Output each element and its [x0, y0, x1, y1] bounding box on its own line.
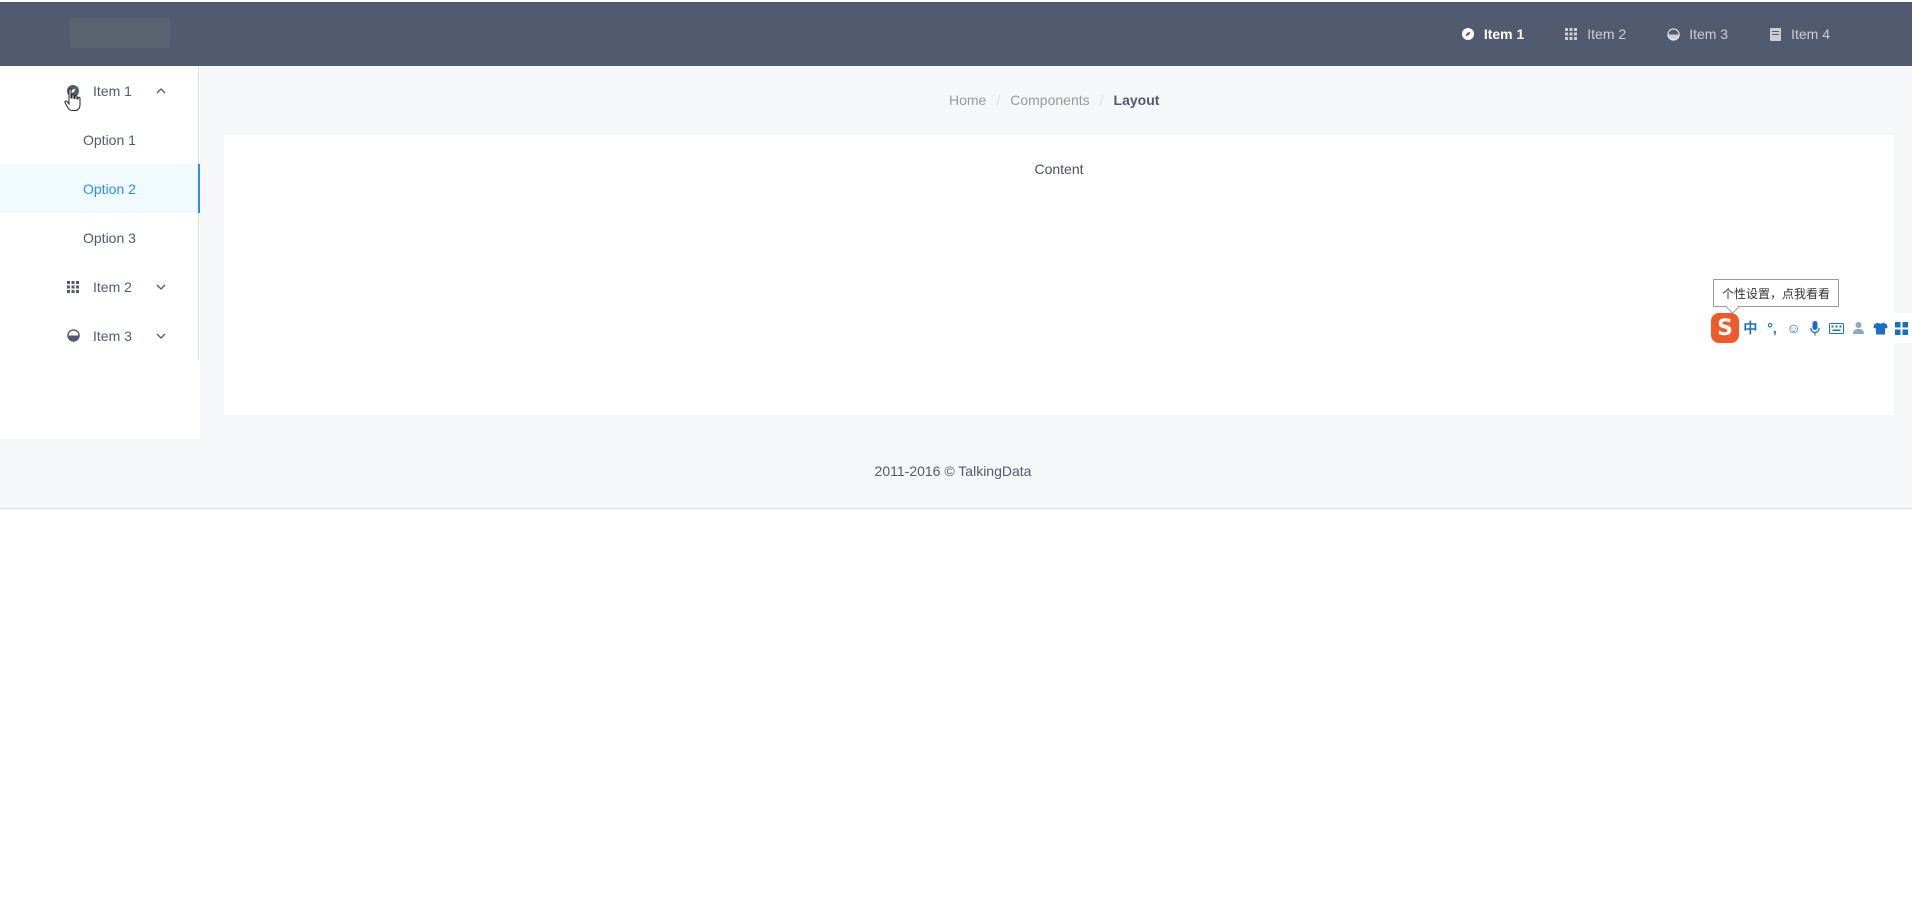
top-nav-item-4[interactable]: Item 4 — [1768, 26, 1830, 42]
ime-account-button[interactable] — [1848, 317, 1869, 339]
sidebar-submenu-label: Item 2 — [93, 278, 132, 295]
chevron-down-icon — [155, 281, 167, 293]
top-nav-label: Item 4 — [1791, 26, 1830, 42]
ime-logo-icon[interactable]: S — [1711, 313, 1740, 343]
pie-icon — [1666, 27, 1680, 41]
grid-icon — [66, 280, 80, 294]
breadcrumb-components[interactable]: Components — [1010, 92, 1089, 108]
chevron-up-icon — [155, 85, 167, 97]
sidebar-submenu-label: Item 1 — [93, 82, 132, 99]
sidebar-submenu-label: Item 3 — [93, 327, 132, 344]
keyboard-icon — [1829, 322, 1845, 334]
ime-toolbox-button[interactable] — [1891, 317, 1912, 339]
ime-skin-button[interactable] — [1870, 317, 1891, 339]
content-text: Content — [1034, 161, 1084, 177]
breadcrumb-separator: / — [996, 92, 1001, 108]
top-header: Item 1 Item 2 Item 3 Item 4 — [0, 2, 1912, 66]
footer: 2011-2016 © TalkingData — [0, 463, 1912, 479]
breadcrumb: Home / Components / Layout — [949, 92, 1159, 108]
sidebar-option-1[interactable]: Option 1 — [0, 115, 198, 164]
sidebar-submenu-item-2[interactable]: Item 2 — [0, 262, 198, 311]
compass-icon — [1461, 27, 1475, 41]
ime-toolbar: S 中 °, ☺ — [1711, 313, 1912, 343]
chevron-down-icon — [155, 330, 167, 342]
top-nav-item-3[interactable]: Item 3 — [1666, 26, 1728, 42]
content-panel: Content — [224, 135, 1894, 415]
top-nav: Item 1 Item 2 Item 3 Item 4 — [1421, 2, 1830, 66]
user-icon — [1852, 322, 1864, 334]
breadcrumb-home[interactable]: Home — [949, 92, 986, 108]
toolbox-grid-icon — [1895, 321, 1909, 335]
top-nav-item-1[interactable]: Item 1 — [1461, 26, 1524, 42]
top-nav-label: Item 3 — [1689, 26, 1729, 42]
ime-emoji-button[interactable]: ☺ — [1783, 317, 1804, 339]
book-icon — [1768, 27, 1782, 41]
top-nav-label: Item 1 — [1483, 26, 1525, 42]
ime-tooltip: 个性设置，点我看看 — [1713, 279, 1840, 307]
ime-chinese-mode-button[interactable]: 中 — [1740, 317, 1761, 339]
footer-text: 2011-2016 © TalkingData — [874, 463, 1032, 479]
grid-icon — [1564, 27, 1578, 41]
sidebar-divider — [198, 66, 199, 360]
sidebar-option-3[interactable]: Option 3 — [0, 213, 198, 262]
breadcrumb-current: Layout — [1113, 92, 1160, 108]
ime-punctuation-button[interactable]: °, — [1762, 317, 1783, 339]
hand-cursor-icon — [64, 88, 82, 114]
top-nav-label: Item 2 — [1587, 26, 1627, 42]
shirt-icon — [1873, 322, 1888, 334]
sidebar-option-2[interactable]: Option 2 — [0, 164, 200, 213]
sidebar-submenu-item-1[interactable]: Item 1 — [0, 66, 198, 115]
ime-voice-button[interactable] — [1805, 317, 1826, 339]
top-nav-item-2[interactable]: Item 2 — [1564, 26, 1626, 42]
sidebar-submenu-item-3[interactable]: Item 3 — [0, 311, 198, 360]
logo-placeholder[interactable] — [70, 18, 170, 48]
breadcrumb-separator: / — [1099, 92, 1104, 108]
microphone-icon — [1810, 320, 1821, 335]
pie-icon — [66, 329, 80, 343]
ime-keyboard-button[interactable] — [1827, 317, 1848, 339]
